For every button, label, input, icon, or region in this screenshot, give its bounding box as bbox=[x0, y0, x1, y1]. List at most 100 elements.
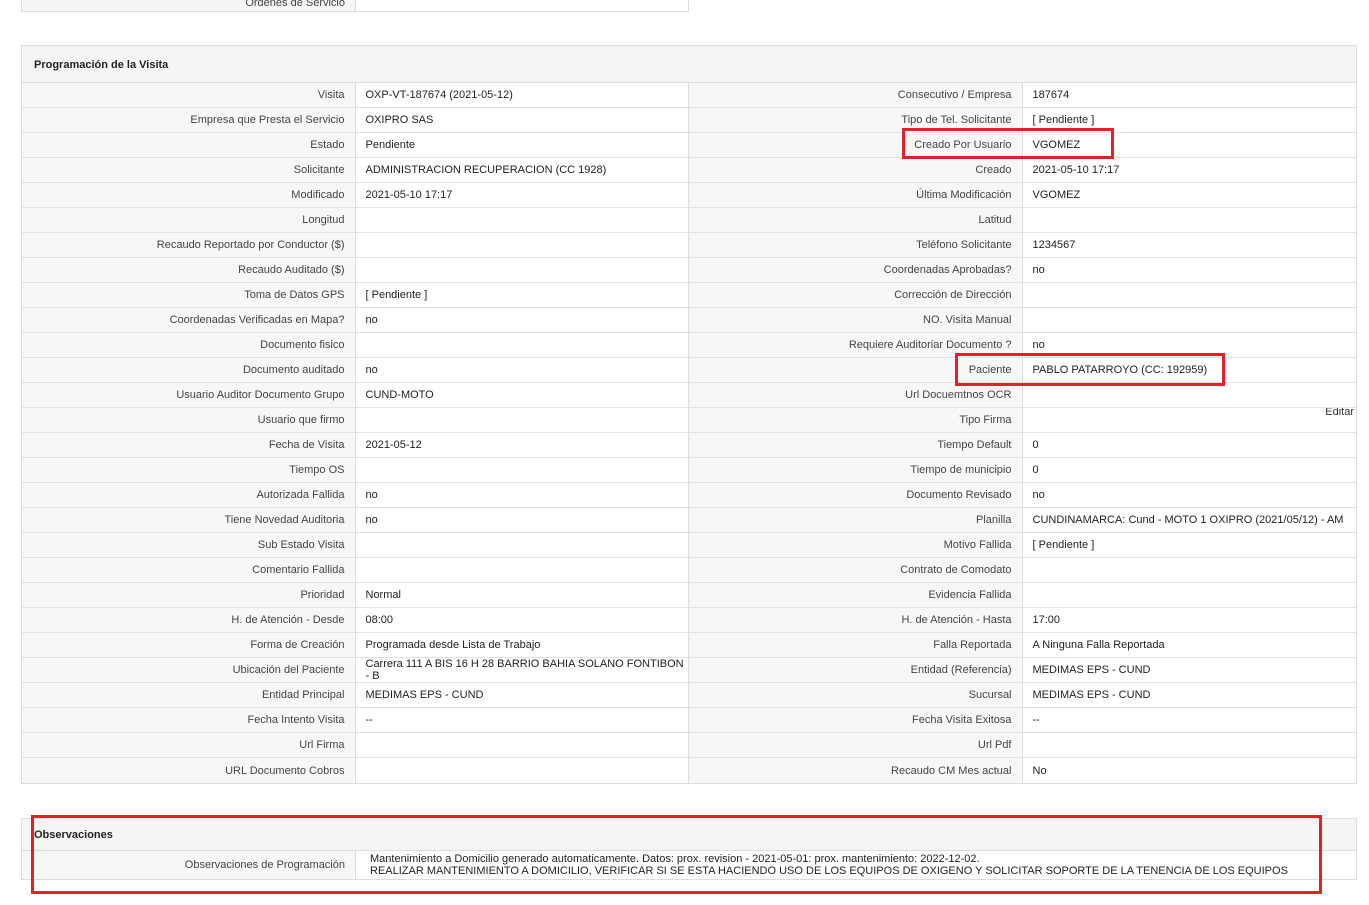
table-row: Ubicación del Paciente Carrera 111 A BIS … bbox=[22, 658, 1356, 683]
table-row: Coordenadas Verificadas en Mapa? no NO. V… bbox=[22, 308, 1356, 333]
field-label: Usuario Auditor Documento Grupo bbox=[22, 383, 356, 407]
field-label: Url Pdf bbox=[689, 733, 1023, 757]
table-row: Tiene Novedad Auditoria no Planilla CUNDIN… bbox=[22, 508, 1356, 533]
field-value bbox=[1022, 583, 1356, 607]
table-row: Recaudo Auditado ($) Coordenadas Aprobada… bbox=[22, 258, 1356, 283]
highlight-creado-por-usuario bbox=[902, 128, 1114, 159]
field-label: Visita bbox=[22, 83, 356, 107]
table-row: Usuario Auditor Documento Grupo CUND-MOTO… bbox=[22, 383, 1356, 408]
highlight-paciente bbox=[955, 353, 1225, 386]
field-value: 2021-05-10 17:17 bbox=[355, 183, 689, 207]
field-label: Fecha Visita Exitosa bbox=[689, 708, 1023, 732]
field-value: 0 bbox=[1022, 433, 1356, 457]
field-label: Longitud bbox=[22, 208, 356, 232]
field-value bbox=[1022, 308, 1356, 332]
table-row: Longitud Latitud bbox=[22, 208, 1356, 233]
field-value bbox=[1022, 283, 1356, 307]
field-label: Última Modificación bbox=[689, 183, 1023, 207]
table-row: H. de Atención - Desde 08:00 H. de Atenció… bbox=[22, 608, 1356, 633]
field-label: Documento Revisado bbox=[689, 483, 1023, 507]
field-value: [ Pendiente ] bbox=[355, 283, 689, 307]
field-label: Ubicación del Paciente bbox=[22, 658, 356, 682]
field-label: Forma de Creación bbox=[22, 633, 356, 657]
field-value bbox=[355, 208, 689, 232]
table-row: Visita OXP-VT-187674 (2021-05-12) Consecut… bbox=[22, 83, 1356, 108]
table-row: Estado Pendiente Creado Por Usuario VGOMEZ bbox=[22, 133, 1356, 158]
field-value: no bbox=[355, 308, 689, 332]
field-label: Sucursal bbox=[689, 683, 1023, 707]
field-value: 1234567 bbox=[1022, 233, 1356, 257]
field-value bbox=[355, 233, 689, 257]
programacion-visita-panel: Programación de la Visita Visita OXP-VT-1… bbox=[21, 45, 1357, 784]
field-value: VGOMEZ bbox=[1022, 183, 1356, 207]
table-row: Url Firma Url Pdf bbox=[22, 733, 1356, 758]
field-label: NO. Visita Manual bbox=[689, 308, 1023, 332]
field-label: Url Firma bbox=[22, 733, 356, 757]
field-value: [ Pendiente ] bbox=[1022, 533, 1356, 557]
field-value bbox=[355, 758, 689, 783]
field-value: MEDIMAS EPS - CUND bbox=[355, 683, 689, 707]
field-label: Motivo Fallida bbox=[689, 533, 1023, 557]
table-row: Tiempo OS Tiempo de municipio 0 bbox=[22, 458, 1356, 483]
table-row: Fecha Intento Visita -- Fecha Visita Exito… bbox=[22, 708, 1356, 733]
field-label: Fecha Intento Visita bbox=[22, 708, 356, 732]
field-label: Consecutivo / Empresa bbox=[689, 83, 1023, 107]
field-label: Solicitante bbox=[22, 158, 356, 182]
table-row: URL Documento Cobros Recaudo CM Mes actua… bbox=[22, 758, 1356, 783]
field-label: Comentario Fallida bbox=[22, 558, 356, 582]
field-value: Carrera 111 A BIS 16 H 28 BARRIO BAHIA S… bbox=[355, 658, 689, 682]
ordenes-servicio-row: Órdenes de Servicio bbox=[21, 0, 689, 12]
panel-title: Programación de la Visita bbox=[22, 46, 1356, 83]
field-value: Pendiente bbox=[355, 133, 689, 157]
field-value: 17:00 bbox=[1022, 608, 1356, 632]
field-value: no bbox=[1022, 483, 1356, 507]
field-label: H. de Atención - Desde bbox=[22, 608, 356, 632]
editar-link[interactable]: Editar bbox=[1325, 408, 1354, 418]
field-label: Recaudo Auditado ($) bbox=[22, 258, 356, 282]
field-value: CUND-MOTO bbox=[355, 383, 689, 407]
field-label: Coordenadas Aprobadas? bbox=[689, 258, 1023, 282]
field-value: no bbox=[1022, 258, 1356, 282]
field-value: A Ninguna Falla Reportada bbox=[1022, 633, 1356, 657]
table-row: Toma de Datos GPS[ Pendiente ] Corrección… bbox=[22, 283, 1356, 308]
field-value: 08:00 bbox=[355, 608, 689, 632]
field-label: Prioridad bbox=[22, 583, 356, 607]
table-row: Forma de Creación Programada desde Lista … bbox=[22, 633, 1356, 658]
table-row: Fecha de Visita 2021-05-12 Tiempo Default… bbox=[22, 433, 1356, 458]
table-row: Empresa que Presta el Servicio OXIPRO SAS… bbox=[22, 108, 1356, 133]
field-value: -- bbox=[1022, 708, 1356, 732]
field-label: H. de Atención - Hasta bbox=[689, 608, 1023, 632]
field-value: Programada desde Lista de Trabajo bbox=[355, 633, 689, 657]
field-value: no bbox=[355, 508, 689, 532]
field-value: ADMINISTRACION RECUPERACION (CC 1928) bbox=[355, 158, 689, 182]
field-label: URL Documento Cobros bbox=[22, 758, 356, 783]
field-value bbox=[355, 533, 689, 557]
field-label: Teléfono Solicitante bbox=[689, 233, 1023, 257]
field-label: Sub Estado Visita bbox=[22, 533, 356, 557]
table-row: Usuario que firmo Tipo Firma Editar bbox=[22, 408, 1356, 433]
field-value: OXP-VT-187674 (2021-05-12) bbox=[355, 83, 689, 107]
table-row: Recaudo Reportado por Conductor ($) Teléf… bbox=[22, 233, 1356, 258]
field-label: Recaudo CM Mes actual bbox=[689, 758, 1023, 783]
field-label: Tipo Firma bbox=[689, 408, 1023, 432]
field-label: Corrección de Dirección bbox=[689, 283, 1023, 307]
field-label: Creado bbox=[689, 158, 1023, 182]
field-label: Modificado bbox=[22, 183, 356, 207]
detail-table: Visita OXP-VT-187674 (2021-05-12) Consecut… bbox=[22, 83, 1356, 783]
field-value: CUNDINAMARCA: Cund - MOTO 1 OXIPRO (2021… bbox=[1022, 508, 1356, 532]
field-value: -- bbox=[355, 708, 689, 732]
field-value: 187674 bbox=[1022, 83, 1356, 107]
table-row: Sub Estado Visita Motivo Fallida[ Pendien… bbox=[22, 533, 1356, 558]
field-value: 2021-05-12 bbox=[355, 433, 689, 457]
field-value: no bbox=[355, 483, 689, 507]
field-label: Tiempo OS bbox=[22, 458, 356, 482]
field-value bbox=[355, 458, 689, 482]
field-value bbox=[355, 558, 689, 582]
field-value: 2021-05-10 17:17 bbox=[1022, 158, 1356, 182]
field-value bbox=[1022, 383, 1356, 407]
field-value: Editar bbox=[1022, 408, 1356, 432]
field-value: MEDIMAS EPS - CUND bbox=[1022, 658, 1356, 682]
field-label: Evidencia Fallida bbox=[689, 583, 1023, 607]
field-label: Falla Reportada bbox=[689, 633, 1023, 657]
ordenes-servicio-label: Órdenes de Servicio bbox=[22, 0, 356, 11]
